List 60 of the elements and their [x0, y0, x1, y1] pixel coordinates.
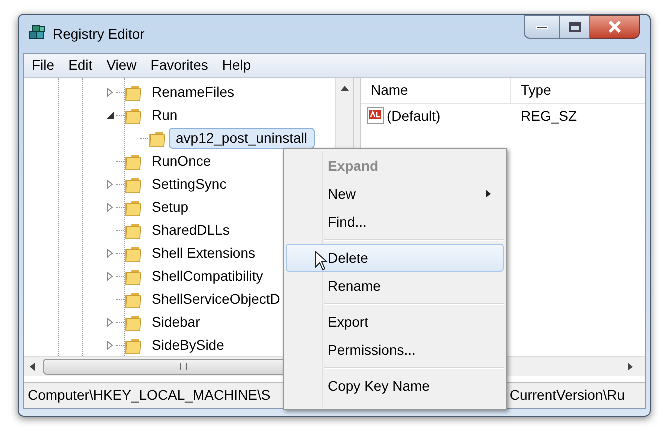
- expand-arrow-icon[interactable]: [107, 272, 113, 281]
- column-header[interactable]: Type: [511, 78, 645, 103]
- menu-item[interactable]: Favorites: [144, 55, 214, 76]
- folder-icon: [124, 176, 142, 194]
- menu-item[interactable]: File: [26, 55, 61, 76]
- context-menu-item[interactable]: Permissions...: [286, 336, 504, 364]
- context-menu-item[interactable]: Find...: [286, 208, 504, 236]
- tree-item[interactable]: Run: [145, 105, 185, 126]
- status-text: Computer\HKEY_LOCAL_MACHINE\S: [28, 386, 271, 405]
- scroll-left-icon[interactable]: [30, 362, 35, 370]
- tree-item[interactable]: ShellServiceObjectD: [145, 289, 288, 310]
- context-menu-item[interactable]: Rename: [286, 272, 504, 300]
- folder-icon: [124, 152, 142, 170]
- expand-arrow-icon[interactable]: [107, 203, 113, 212]
- tree-item[interactable]: RunOnce: [145, 151, 218, 172]
- menu-item[interactable]: Edit: [62, 55, 99, 76]
- folder-icon: [124, 336, 142, 354]
- column-header[interactable]: Name: [361, 78, 511, 103]
- expand-arrow-icon[interactable]: [107, 180, 113, 189]
- tree-item[interactable]: avp12_post_uninstall: [169, 128, 315, 149]
- table-cell-text: REG_SZ: [520, 106, 578, 126]
- folder-icon: [124, 106, 142, 124]
- scroll-right-icon[interactable]: [628, 362, 633, 370]
- folder-icon: [124, 222, 142, 240]
- status-text: CurrentVersion\Ru: [510, 386, 625, 405]
- tree-item[interactable]: SideBySide: [145, 335, 232, 356]
- menu-item[interactable]: View: [100, 55, 143, 76]
- context-menu-item[interactable]: Export: [286, 308, 504, 336]
- folder-icon: [124, 198, 142, 216]
- tree-item[interactable]: Setup: [145, 197, 196, 218]
- menu-item[interactable]: Help: [216, 55, 258, 76]
- tree-item[interactable]: SharedDLLs: [145, 220, 237, 241]
- expand-arrow-icon[interactable]: [107, 341, 113, 350]
- tree-item[interactable]: Shell Extensions: [145, 243, 263, 264]
- tree-item[interactable]: RenameFiles: [145, 82, 242, 103]
- folder-icon: [124, 314, 142, 332]
- maximize-button[interactable]: [560, 15, 590, 39]
- expand-arrow-icon[interactable]: [107, 318, 113, 327]
- tree-item[interactable]: ShellCompatibility: [145, 266, 270, 287]
- tree-item[interactable]: Sidebar: [145, 312, 208, 333]
- collapse-arrow-icon[interactable]: [106, 112, 114, 119]
- expand-arrow-icon[interactable]: [107, 249, 113, 258]
- folder-icon: [148, 130, 166, 148]
- context-menu-item[interactable]: Copy Key Name: [286, 372, 504, 400]
- context-menu-item[interactable]: Delete: [286, 244, 504, 272]
- close-button[interactable]: [590, 15, 640, 39]
- expand-arrow-icon[interactable]: [107, 88, 113, 97]
- string-value-icon: [367, 107, 385, 125]
- mouse-cursor-icon: [315, 251, 329, 272]
- folder-icon: [124, 290, 142, 308]
- folder-icon: [124, 84, 142, 102]
- minimize-button[interactable]: [524, 15, 560, 39]
- tree-item[interactable]: SettingSync: [145, 174, 234, 195]
- folder-icon: [124, 244, 142, 262]
- context-menu-item[interactable]: New: [286, 180, 504, 208]
- table-cell-text: (Default): [387, 106, 441, 126]
- close-icon: [608, 21, 622, 33]
- scroll-up-icon[interactable]: [340, 86, 348, 91]
- window-title: Registry Editor: [53, 24, 145, 44]
- folder-icon: [124, 268, 142, 286]
